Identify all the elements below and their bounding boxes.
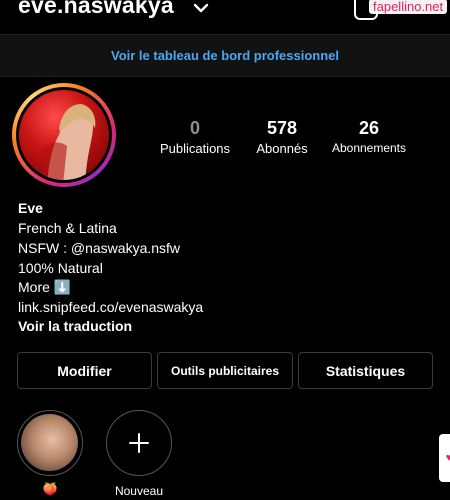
story-highlight[interactable]	[17, 410, 83, 476]
stat-followers-label: Abonnés	[256, 141, 308, 156]
professional-dashboard-link[interactable]: Voir le tableau de bord professionnel	[111, 48, 339, 63]
edit-profile-button[interactable]: Modifier	[17, 352, 152, 389]
highlight-label: 🍑	[42, 482, 58, 496]
bio-line: 100% Natural	[18, 260, 103, 276]
new-highlight-button[interactable]	[106, 410, 172, 476]
chevron-down-icon[interactable]	[192, 2, 210, 14]
profile-username[interactable]: eve.naswakya	[18, 0, 174, 19]
professional-dashboard-bar[interactable]: Voir le tableau de bord professionnel	[0, 34, 450, 77]
stat-following[interactable]: 26 Abonnements	[326, 118, 412, 155]
translate-link[interactable]: Voir la traduction	[18, 318, 132, 334]
watermark-side: ♥	[439, 434, 450, 482]
avatar-inner	[16, 87, 112, 183]
bio-name: Eve	[18, 200, 43, 216]
bio-line: More ⬇️	[18, 279, 72, 295]
stat-posts-value: 0	[189, 118, 200, 138]
stat-posts[interactable]: 0 Publications	[152, 118, 238, 156]
highlight-cover	[21, 414, 78, 471]
stat-following-value: 26	[358, 118, 380, 138]
stat-following-label: Abonnements	[331, 141, 407, 155]
insights-button[interactable]: Statistiques	[298, 352, 433, 389]
avatar-photo-figure	[41, 104, 96, 180]
new-highlight-label: Nouveau	[114, 484, 164, 498]
stat-followers-value: 578	[266, 118, 298, 138]
plus-icon	[129, 433, 149, 453]
avatar-story-ring[interactable]	[12, 83, 116, 187]
bio-line[interactable]: NSFW : @naswakya.nsfw	[18, 240, 180, 256]
bio-link[interactable]: link.snipfeed.co/evenaswakya	[18, 299, 203, 315]
bio-line: French & Latina	[18, 220, 117, 236]
watermark-text: fapellino.net	[369, 0, 448, 14]
ad-tools-button[interactable]: Outils publicitaires	[157, 352, 293, 389]
stat-followers[interactable]: 578 Abonnés	[244, 118, 320, 156]
stat-posts-label: Publications	[159, 141, 231, 156]
avatar[interactable]	[19, 90, 109, 180]
